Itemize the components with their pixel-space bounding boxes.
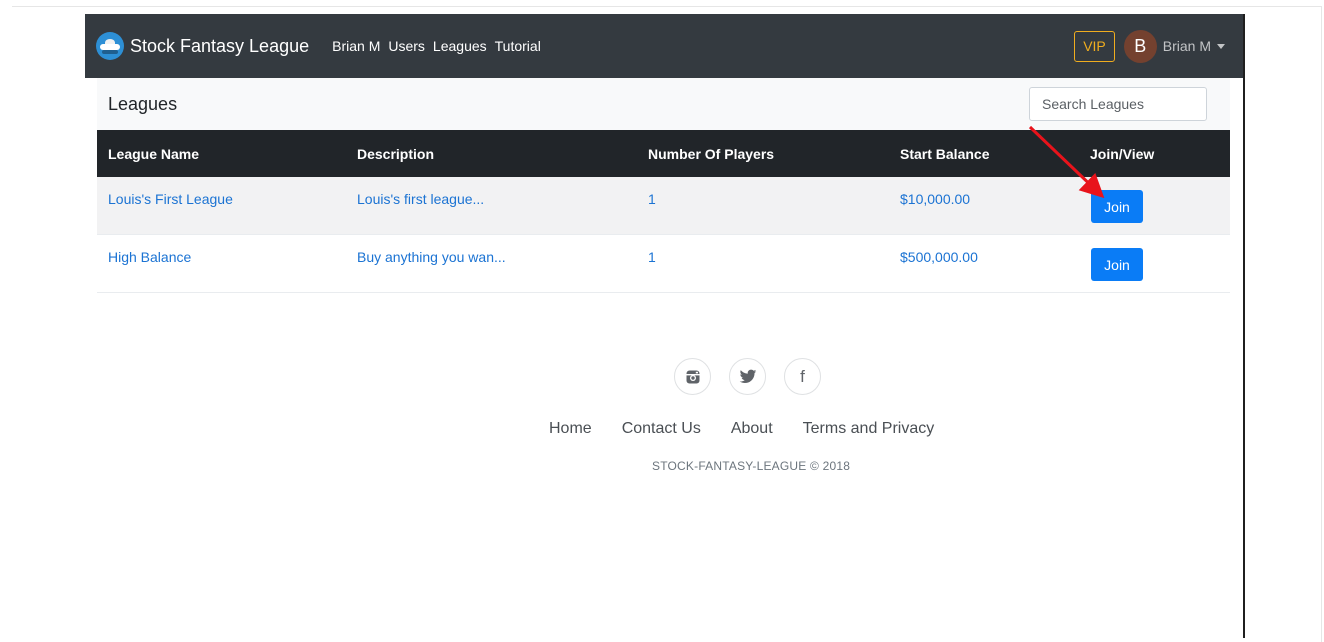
- join-button[interactable]: Join: [1091, 190, 1143, 223]
- league-name-link[interactable]: Louis's First League: [108, 191, 233, 207]
- twitter-glyph: [739, 369, 756, 383]
- footer-link-contact-us[interactable]: Contact Us: [622, 420, 701, 438]
- facebook-glyph: f: [800, 366, 805, 386]
- avatar: B: [1123, 29, 1157, 63]
- screenshot-frame-right: [1321, 6, 1322, 642]
- footer-link-about[interactable]: About: [731, 420, 773, 438]
- vip-button[interactable]: VIP: [1074, 30, 1115, 62]
- leagues-table: League Name Description Number Of Player…: [97, 130, 1230, 293]
- facebook-icon[interactable]: f: [784, 358, 821, 395]
- join-button[interactable]: Join: [1091, 248, 1143, 281]
- navbar: Stock Fantasy League Brian M Users Leagu…: [85, 14, 1245, 78]
- screenshot-frame-top: [12, 6, 1322, 7]
- table-row: Louis's First League Louis's first leagu…: [97, 177, 1230, 235]
- social-links: f: [674, 358, 839, 395]
- search-leagues-input[interactable]: [1029, 87, 1207, 121]
- instagram-glyph: [686, 370, 699, 383]
- chevron-down-icon: [1217, 43, 1225, 49]
- footer-link-home[interactable]: Home: [549, 420, 592, 438]
- page-title: Leagues: [108, 93, 178, 114]
- column-header-number-of-players: Number Of Players: [648, 145, 775, 162]
- user-menu-name: Brian M: [1162, 38, 1211, 54]
- user-menu[interactable]: B Brian M: [1123, 29, 1225, 63]
- nav-link-leagues[interactable]: Leagues: [433, 38, 487, 54]
- copyright: STOCK-FANTASY-LEAGUE © 2018: [652, 459, 851, 473]
- window-edge: [1243, 14, 1245, 638]
- instagram-icon[interactable]: [674, 358, 711, 395]
- footer-link-terms-privacy[interactable]: Terms and Privacy: [803, 420, 935, 438]
- nav-link-users[interactable]: Users: [388, 38, 425, 54]
- league-description-link[interactable]: Buy anything you wan...: [357, 249, 506, 265]
- footer-links: Home Contact Us About Terms and Privacy: [549, 420, 964, 438]
- twitter-icon[interactable]: [729, 358, 766, 395]
- app-window: Stock Fantasy League Brian M Users Leagu…: [85, 14, 1245, 642]
- column-header-join-view: Join/View: [1090, 145, 1155, 162]
- column-header-league-name: League Name: [108, 145, 200, 162]
- league-players-link[interactable]: 1: [648, 191, 656, 207]
- brand[interactable]: Stock Fantasy League: [96, 32, 309, 60]
- nav-link-profile[interactable]: Brian M: [332, 38, 380, 54]
- page-header: Leagues: [97, 78, 1230, 130]
- table-row: High Balance Buy anything you wan... 1 $…: [97, 235, 1230, 293]
- league-balance-link[interactable]: $10,000.00: [900, 191, 970, 207]
- nav-links: Brian M Users Leagues Tutorial: [332, 38, 549, 54]
- league-name-link[interactable]: High Balance: [108, 249, 191, 265]
- league-description-link[interactable]: Louis's first league...: [357, 191, 484, 207]
- league-balance-link[interactable]: $500,000.00: [900, 249, 978, 265]
- league-players-link[interactable]: 1: [648, 249, 656, 265]
- nav-link-tutorial[interactable]: Tutorial: [495, 38, 541, 54]
- stock-fantasy-logo-icon: [96, 32, 124, 60]
- column-header-description: Description: [357, 145, 435, 162]
- brand-name: Stock Fantasy League: [130, 35, 310, 56]
- column-header-start-balance: Start Balance: [900, 145, 990, 162]
- table-header: League Name Description Number Of Player…: [97, 130, 1230, 177]
- nav-right: VIP B Brian M: [1074, 29, 1225, 63]
